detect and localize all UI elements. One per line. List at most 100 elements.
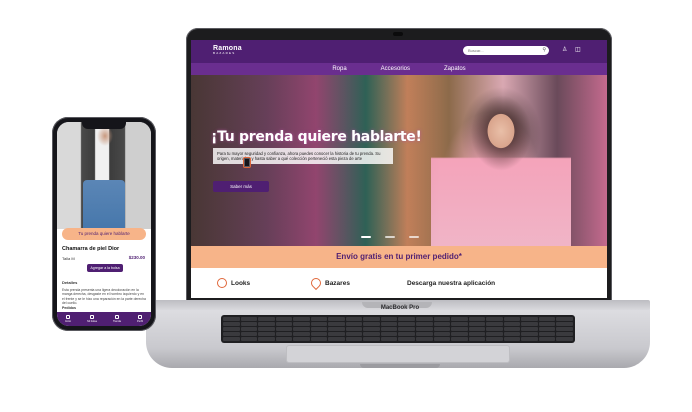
keyboard-key (380, 327, 398, 331)
keyboard-key (345, 317, 363, 321)
keyboard-key (328, 337, 345, 341)
keyboard-key (398, 332, 416, 336)
keyboard-key (240, 332, 258, 336)
nav-item-ropa[interactable]: Ropa (332, 66, 346, 72)
keyboard-key (293, 337, 310, 341)
tab-perfil[interactable]: Perfil (137, 315, 143, 323)
search-input[interactable]: Buscar... ⚲ (463, 46, 549, 55)
keyboard-key (275, 337, 293, 341)
tab-label: Perfil (137, 320, 143, 323)
keyboard-key (503, 332, 521, 336)
carousel-dot[interactable] (385, 236, 395, 238)
keyboard-key (503, 322, 521, 326)
keyboard-key (310, 332, 328, 336)
keyboard-key (380, 337, 398, 341)
keyboard-key (398, 327, 416, 331)
phone-screen: Tu prenda quiere hablarte Chamarra de pi… (57, 122, 151, 326)
keyboard-key (521, 322, 538, 326)
keyboard-key (451, 332, 468, 336)
hero-description: Para tu mayor seguridad y confianza, aho… (213, 148, 393, 165)
keyboard-key (275, 332, 293, 336)
keyboard-key (363, 337, 380, 341)
phone-notch (82, 122, 126, 129)
product-price: $230.00 (128, 255, 145, 260)
hero-title: ¡Tu prenda quiere hablarte! (211, 129, 422, 145)
product-size: Talla M (62, 256, 75, 261)
carousel-indicators (361, 236, 419, 238)
keyboard-key (468, 322, 486, 326)
phone-icon (243, 157, 251, 168)
keyboard-key (521, 337, 538, 341)
feature-label: Looks (231, 279, 251, 287)
feature-looks[interactable]: Looks (217, 278, 311, 288)
store-icon (114, 315, 119, 319)
product-photo (57, 122, 151, 230)
keyboard-key (328, 332, 345, 336)
carousel-dot[interactable] (361, 236, 371, 238)
keyboard-key (468, 332, 486, 336)
keyboard-key (503, 327, 521, 331)
user-icon[interactable]: ♙ (562, 46, 567, 53)
shopping-bag-icon[interactable]: ◫ (575, 46, 581, 53)
tab-tienda[interactable]: Tienda (113, 315, 121, 323)
phone-tab-bar: Inicio Mi bolsa Tienda Perfil (57, 312, 151, 326)
tab-mi-bolsa[interactable]: Mi bolsa (87, 315, 97, 323)
keyboard-key (363, 317, 380, 321)
keyboard-key (556, 337, 573, 341)
feature-label: Bazares (325, 279, 350, 287)
keyboard-key (258, 332, 275, 336)
details-heading: Detalles (62, 280, 78, 285)
keyboard-key (275, 317, 293, 321)
feature-download-app[interactable]: Descarga nuestra aplicación (243, 157, 496, 287)
keyboard-key (258, 337, 275, 341)
keyboard-key (486, 337, 503, 341)
keyboard-key (538, 337, 556, 341)
keyboard-key (486, 322, 503, 326)
site-header: Ramona BAZARES Buscar... ⚲ ♙ ◫ (191, 40, 607, 63)
keyboard-key (433, 332, 451, 336)
keyboard-key (398, 317, 416, 321)
keyboard-key (416, 332, 433, 336)
keyboard-key (468, 317, 486, 321)
keyboard-key (538, 322, 556, 326)
keyboard-key (556, 322, 573, 326)
keyboard-key (521, 317, 538, 321)
keyboard-key (293, 322, 310, 326)
keyboard-key (538, 332, 556, 336)
keyboard-key (398, 322, 416, 326)
keyboard-key (451, 327, 468, 331)
keyboard-key (416, 337, 433, 341)
tab-inicio[interactable]: Inicio (65, 315, 71, 323)
keyboard-key (433, 327, 451, 331)
keyboard-key (416, 327, 433, 331)
laptop-screen: Ramona BAZARES Buscar... ⚲ ♙ ◫ Ropa Acce… (191, 40, 607, 298)
nav-item-zapatos[interactable]: Zapatos (444, 66, 466, 72)
keyboard-key (223, 322, 240, 326)
learn-more-button[interactable]: Saber más (213, 181, 269, 192)
nav-item-accesorios[interactable]: Accesorios (381, 66, 410, 72)
search-icon[interactable]: ⚲ (542, 47, 546, 53)
carousel-dot[interactable] (409, 236, 419, 238)
keyboard-key (416, 317, 433, 321)
site-logo[interactable]: Ramona BAZARES (213, 45, 242, 55)
keyboard-key (380, 332, 398, 336)
keyboard-key (240, 327, 258, 331)
add-to-bag-button[interactable]: Agregar a la bolsa (87, 264, 123, 272)
keyboard-key (293, 327, 310, 331)
keyboard-key (451, 337, 468, 341)
keyboard-key (486, 317, 503, 321)
smartphone: Tu prenda quiere hablarte Chamarra de pi… (52, 117, 156, 331)
keyboard-key (345, 327, 363, 331)
keyboard-key (310, 327, 328, 331)
keyboard-key (293, 317, 310, 321)
keyboard-key (275, 322, 293, 326)
story-pill-button[interactable]: Tu prenda quiere hablarte (62, 228, 146, 240)
keyboard-key (451, 322, 468, 326)
product-title: Chamarra de piel Dior (62, 246, 120, 252)
free-shipping-banner: Envío gratis en tu primer pedido* (191, 246, 607, 268)
tab-label: Mi bolsa (87, 320, 97, 323)
feature-bazares[interactable]: Bazares (308, 275, 407, 291)
feature-label: Descarga nuestra aplicación (407, 279, 496, 287)
keyboard-key (240, 322, 258, 326)
keyboard-key (345, 322, 363, 326)
